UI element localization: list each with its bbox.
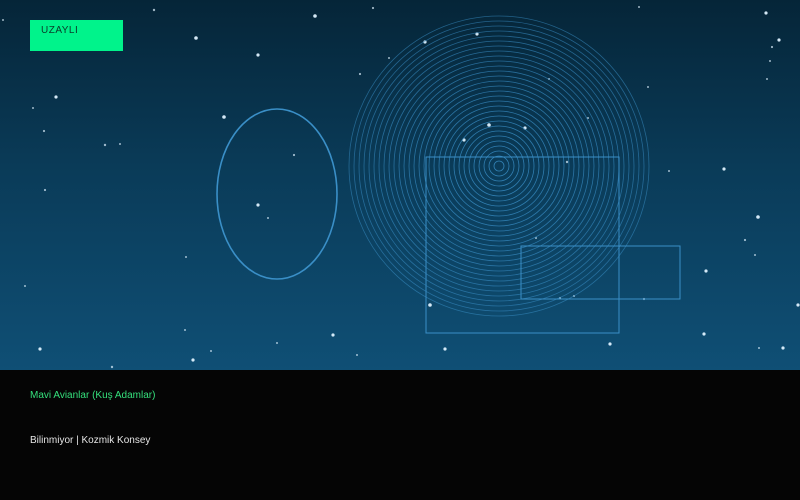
ring bbox=[403, 70, 595, 262]
star bbox=[185, 256, 187, 258]
cosmic-scene: UZAYLI bbox=[0, 0, 800, 370]
ring bbox=[443, 110, 555, 222]
star bbox=[443, 347, 447, 351]
star bbox=[38, 347, 42, 351]
ring bbox=[463, 130, 535, 202]
star bbox=[119, 143, 121, 145]
ring bbox=[373, 40, 625, 292]
oval-outline bbox=[216, 108, 338, 280]
star bbox=[428, 303, 432, 307]
star bbox=[356, 354, 358, 356]
ring bbox=[433, 100, 565, 232]
info-panel: Mavi Avianlar (Kuş Adamlar) Bilinmiyor |… bbox=[0, 370, 800, 500]
entity-title: Mavi Avianlar (Kuş Adamlar) bbox=[30, 390, 156, 401]
star bbox=[110, 365, 114, 369]
type-badge-label: UZAYLI bbox=[41, 25, 79, 36]
ring bbox=[438, 105, 560, 227]
ring bbox=[453, 120, 545, 212]
star bbox=[647, 86, 649, 88]
star bbox=[292, 153, 296, 157]
star bbox=[313, 14, 317, 18]
ring bbox=[358, 25, 640, 307]
entity-meta: Bilinmiyor | Kozmik Konsey bbox=[30, 435, 151, 446]
app-screen: UZAYLI Mavi Avianlar (Kuş Adamlar) Bilin… bbox=[0, 0, 800, 500]
star bbox=[24, 285, 26, 287]
ring bbox=[473, 140, 525, 192]
starfield bbox=[2, 6, 800, 369]
star bbox=[565, 160, 569, 164]
star bbox=[210, 350, 212, 352]
star bbox=[704, 269, 708, 273]
star bbox=[331, 333, 335, 337]
star bbox=[769, 60, 771, 62]
star bbox=[764, 11, 768, 15]
star bbox=[756, 215, 760, 219]
star bbox=[43, 188, 47, 192]
star bbox=[256, 203, 260, 207]
star bbox=[256, 53, 260, 57]
frame-rect-large bbox=[425, 156, 620, 334]
ring bbox=[488, 155, 510, 177]
star bbox=[702, 332, 706, 336]
star bbox=[103, 143, 107, 147]
star bbox=[276, 342, 278, 344]
star bbox=[54, 95, 58, 99]
star bbox=[152, 8, 156, 12]
ring bbox=[363, 30, 635, 302]
star bbox=[42, 129, 46, 133]
ring bbox=[418, 85, 580, 247]
star bbox=[638, 6, 640, 8]
star bbox=[796, 303, 800, 307]
star bbox=[781, 346, 785, 350]
star bbox=[388, 57, 390, 59]
star bbox=[222, 115, 226, 119]
star bbox=[743, 238, 747, 242]
star bbox=[722, 167, 726, 171]
ring bbox=[458, 125, 540, 207]
ring bbox=[483, 150, 515, 182]
concentric-rings bbox=[348, 15, 650, 317]
ring bbox=[408, 75, 590, 257]
star bbox=[2, 19, 4, 21]
ring bbox=[423, 90, 575, 242]
star bbox=[191, 358, 195, 362]
ring bbox=[353, 20, 645, 312]
star bbox=[32, 107, 34, 109]
star bbox=[668, 170, 670, 172]
ring bbox=[493, 160, 505, 172]
star bbox=[754, 254, 756, 256]
star bbox=[766, 78, 768, 80]
star bbox=[608, 342, 612, 346]
type-badge: UZAYLI bbox=[30, 20, 123, 51]
ring bbox=[368, 35, 630, 297]
frame-rect-small bbox=[520, 245, 681, 300]
star bbox=[184, 329, 186, 331]
scene-svg bbox=[2, 6, 800, 369]
ring bbox=[468, 135, 530, 197]
star bbox=[777, 38, 781, 42]
ring bbox=[378, 45, 620, 287]
star bbox=[371, 6, 375, 10]
star bbox=[358, 72, 362, 76]
ring bbox=[413, 80, 585, 252]
ring bbox=[388, 55, 610, 277]
star bbox=[487, 123, 491, 127]
ring bbox=[428, 95, 570, 237]
ring bbox=[478, 145, 520, 187]
star bbox=[758, 347, 760, 349]
star bbox=[194, 36, 198, 40]
star bbox=[267, 217, 269, 219]
star bbox=[770, 45, 774, 49]
